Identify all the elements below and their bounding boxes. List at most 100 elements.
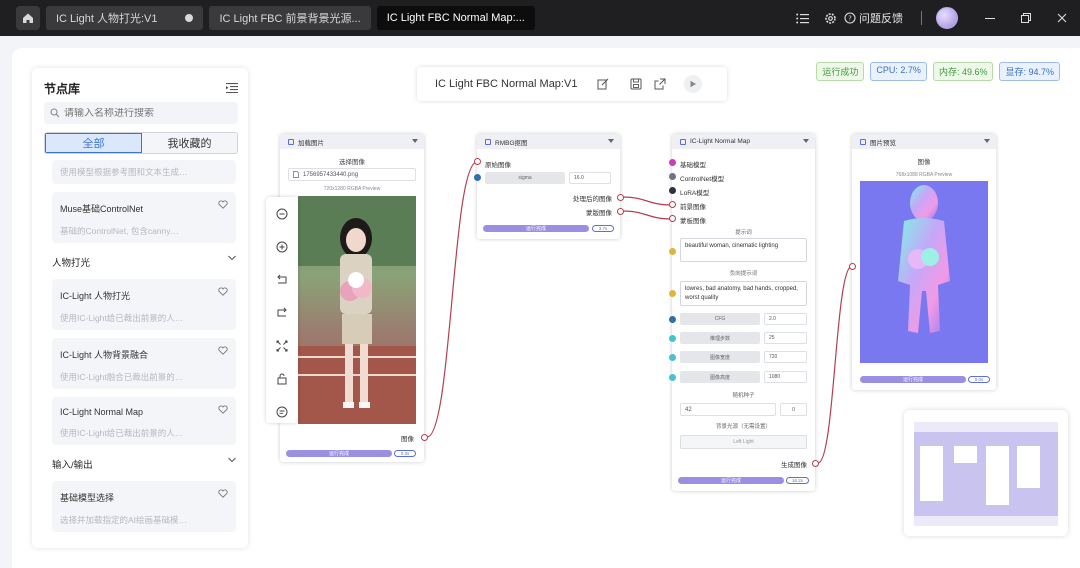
prompt-textarea[interactable]: beautiful woman, cinematic lighting bbox=[680, 238, 807, 262]
list-item[interactable]: IC-Light 人物背景融合 使用IC-Light融合已裁出前景的… bbox=[52, 338, 236, 389]
preview-info: 768x1088 RGBA Preview bbox=[895, 172, 953, 178]
sigma-port[interactable] bbox=[474, 174, 481, 181]
panel-title: 节点库 bbox=[44, 82, 81, 96]
list-item[interactable]: 基础模型选择 选择并加载指定的AI绘画基础模… bbox=[52, 481, 236, 532]
param-port[interactable] bbox=[669, 316, 676, 323]
item-desc: 使用IC-Light融合已裁出前景的… bbox=[60, 372, 184, 382]
node-header[interactable]: RMBG抠图 bbox=[477, 134, 620, 149]
save-icon[interactable] bbox=[629, 77, 643, 91]
memory-badge: 内存: 49.6% bbox=[932, 62, 994, 81]
minimap-node bbox=[920, 446, 943, 501]
output-port[interactable] bbox=[812, 460, 819, 467]
heart-icon[interactable] bbox=[218, 346, 228, 355]
node-header[interactable]: 加载图片 bbox=[280, 134, 424, 149]
item-desc: 使用IC-Light给已裁出前景的人… bbox=[60, 428, 184, 438]
input-port[interactable] bbox=[669, 187, 676, 194]
minimap[interactable] bbox=[904, 410, 1068, 536]
tab-all[interactable]: 全部 bbox=[45, 133, 142, 153]
neg-prompt-port[interactable] bbox=[669, 290, 676, 297]
chevron-down-icon[interactable] bbox=[803, 139, 809, 143]
heart-icon[interactable] bbox=[218, 405, 228, 414]
param-port[interactable] bbox=[669, 374, 676, 381]
item-title: IC-Light 人物打光 bbox=[60, 291, 131, 301]
list-item[interactable]: IC-Light 人物打光 使用IC-Light给已裁出前景的人… bbox=[52, 279, 236, 330]
search-box[interactable] bbox=[44, 102, 238, 124]
heart-icon[interactable] bbox=[218, 287, 228, 296]
input-port[interactable] bbox=[669, 215, 676, 222]
section-header[interactable]: 输入/输出 bbox=[52, 457, 236, 471]
list-item[interactable]: Muse基础ControlNet 基础的ControlNet, 包含canny… bbox=[52, 192, 236, 243]
section-title: 人物打光 bbox=[52, 258, 91, 269]
item-title: IC-Light Normal Map bbox=[60, 407, 144, 417]
heart-icon[interactable] bbox=[218, 200, 228, 209]
minimap-node bbox=[1017, 446, 1040, 488]
input-port[interactable] bbox=[474, 158, 481, 165]
zoom-in-icon[interactable] bbox=[275, 240, 289, 254]
seed-mode-input[interactable]: 0 bbox=[780, 403, 807, 416]
search-input[interactable] bbox=[64, 107, 224, 119]
height-slider[interactable]: 图像高度 bbox=[680, 371, 760, 383]
heart-icon[interactable] bbox=[218, 489, 228, 498]
lock-icon[interactable] bbox=[275, 372, 289, 386]
image-preview-node[interactable]: 图片预览 图像 768x1088 RGBA Preview 运行完成 0.0s bbox=[849, 134, 996, 390]
list-item[interactable]: IC-Light Normal Map 使用IC-Light给已裁出前景的人… bbox=[52, 397, 236, 445]
cpu-badge: CPU: 2.7% bbox=[870, 62, 927, 81]
rmbg-node[interactable]: RMBG抠图 原始图像 sigma 16.0 处理后的图像 蒙版图像 运行完成 … bbox=[474, 134, 624, 239]
output-port[interactable] bbox=[617, 194, 624, 201]
input-photo bbox=[298, 196, 416, 424]
link-image-to-rmbg bbox=[426, 161, 478, 438]
height-stepper[interactable]: 1080 bbox=[764, 371, 807, 383]
param-port[interactable] bbox=[669, 354, 676, 361]
node-title: 图片预览 bbox=[870, 139, 896, 147]
seed-input[interactable]: 42 bbox=[680, 403, 776, 416]
fit-view-icon[interactable] bbox=[275, 339, 289, 353]
prompt-port[interactable] bbox=[669, 248, 676, 255]
input-port[interactable] bbox=[669, 159, 676, 166]
run-status-bar: 运行完成 bbox=[678, 477, 784, 484]
chevron-down-icon[interactable] bbox=[412, 139, 418, 143]
input-port[interactable] bbox=[669, 201, 676, 208]
sigma-stepper[interactable]: 16.0 bbox=[569, 172, 611, 184]
link-mask-to-mask bbox=[621, 210, 673, 220]
iclight-normal-map-node[interactable]: IC-Light Normal Map 基础模型 ControlNet模型 Lo… bbox=[669, 134, 819, 491]
export-icon[interactable] bbox=[653, 77, 667, 91]
undo-icon[interactable] bbox=[275, 273, 289, 287]
file-name: 1756957433440.png bbox=[303, 171, 359, 178]
collapse-panel-icon[interactable] bbox=[226, 80, 238, 98]
steps-stepper[interactable]: 25 bbox=[764, 332, 807, 344]
edit-icon[interactable] bbox=[596, 77, 610, 91]
input-port[interactable] bbox=[669, 173, 676, 180]
section-header[interactable]: 人物打光 bbox=[52, 255, 236, 269]
node-header[interactable]: 图片预览 bbox=[852, 134, 996, 149]
node-type-icon bbox=[485, 138, 491, 145]
field-label: 随机种子 bbox=[732, 393, 755, 399]
tab-favorites[interactable]: 我收藏的 bbox=[142, 133, 237, 153]
load-image-node[interactable]: 加载图片 选择图像 1756957433440.png 720x1280 RGB… bbox=[280, 134, 428, 462]
width-slider[interactable]: 图像宽度 bbox=[680, 351, 760, 363]
cfg-stepper[interactable]: 2.0 bbox=[764, 313, 807, 325]
width-stepper[interactable]: 720 bbox=[764, 351, 807, 363]
input-port[interactable] bbox=[849, 263, 856, 270]
chevron-down-icon[interactable] bbox=[608, 139, 614, 143]
chevron-down-icon bbox=[228, 255, 236, 261]
redo-icon[interactable] bbox=[275, 306, 289, 320]
sigma-slider[interactable]: sigma bbox=[485, 172, 565, 184]
run-button[interactable] bbox=[684, 75, 703, 93]
cfg-slider[interactable]: CFG bbox=[680, 313, 760, 325]
negative-prompt-textarea[interactable]: lowres, bad anatomy, bad hands, cropped,… bbox=[680, 281, 807, 306]
steps-slider[interactable]: 推理步数 bbox=[680, 332, 760, 344]
node-title: RMBG抠图 bbox=[495, 139, 528, 147]
library-tabs: 全部 我收藏的 bbox=[44, 132, 238, 154]
light-source-select[interactable]: Left Light bbox=[680, 435, 807, 449]
zoom-out-icon[interactable] bbox=[275, 207, 289, 221]
output-port[interactable] bbox=[617, 208, 624, 215]
param-port[interactable] bbox=[669, 335, 676, 342]
file-icon bbox=[293, 171, 299, 178]
link-output-to-preview bbox=[817, 265, 853, 464]
comment-icon[interactable] bbox=[275, 405, 289, 419]
list-item[interactable]: 使用模型根据参考图和文本生成… bbox=[52, 160, 236, 184]
chevron-down-icon[interactable] bbox=[984, 139, 990, 143]
output-port[interactable] bbox=[421, 434, 428, 441]
file-select[interactable]: 1756957433440.png bbox=[288, 168, 416, 181]
node-header[interactable]: IC-Light Normal Map bbox=[672, 134, 815, 149]
